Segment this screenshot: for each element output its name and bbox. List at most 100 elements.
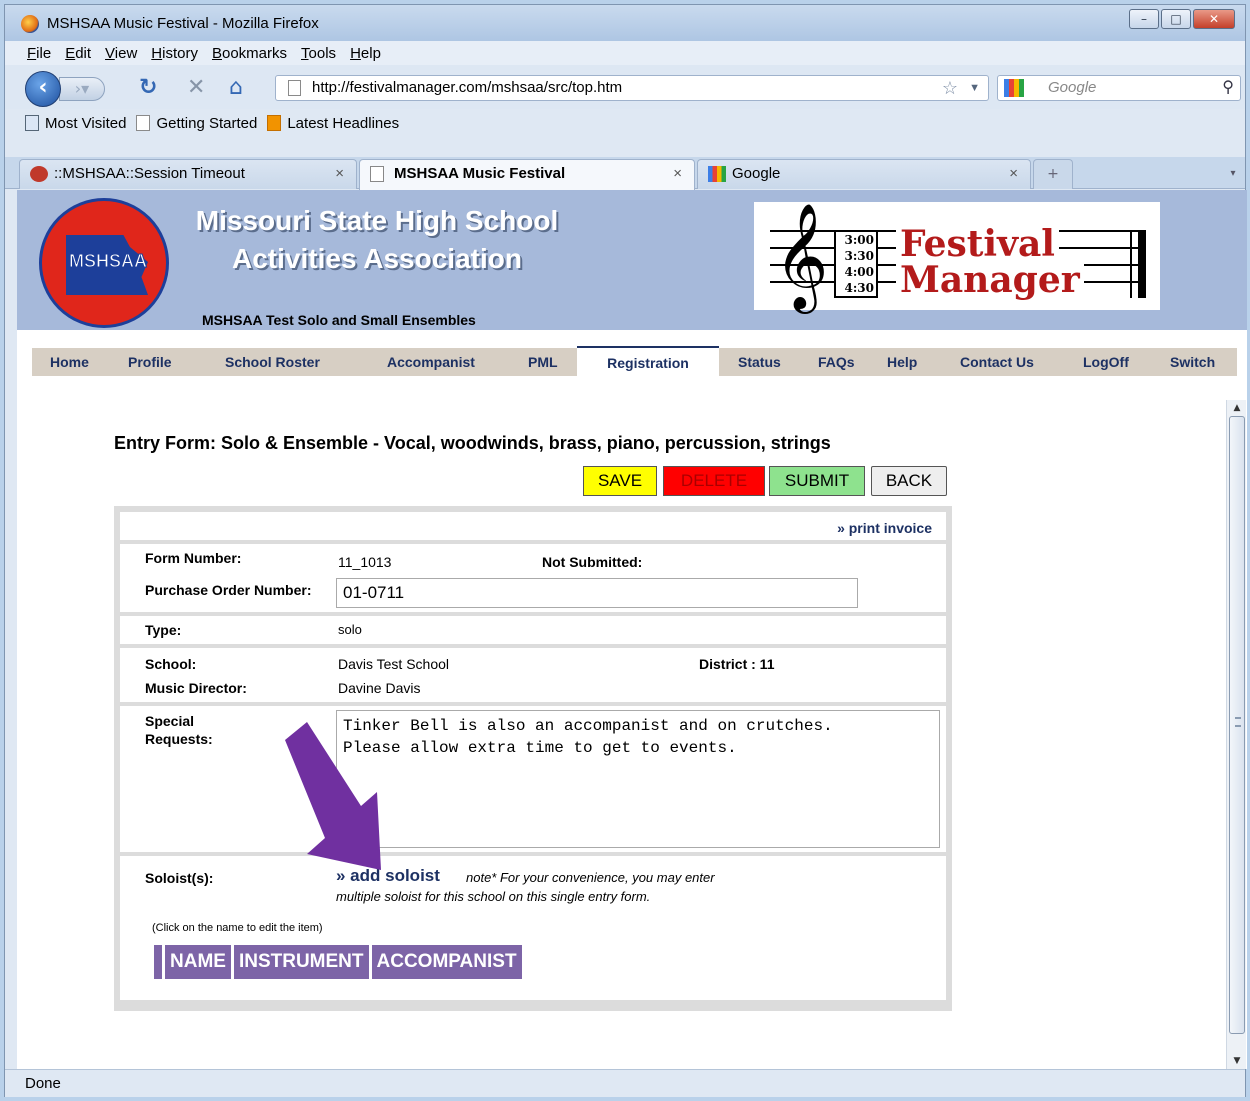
scroll-up-icon[interactable]: ▲ [1227,400,1247,416]
tab-close-icon[interactable]: × [673,160,682,188]
navigation-toolbar: ›▾ ‹ ↻ ✕ ⌂ http://festivalmanager.com/ms… [5,65,1245,109]
url-bar[interactable]: http://festivalmanager.com/mshsaa/src/to… [275,75,989,101]
tab-close-icon[interactable]: × [1009,160,1018,188]
url-text: http://festivalmanager.com/mshsaa/src/to… [312,79,623,96]
new-tab-button[interactable]: + [1033,159,1073,189]
nav-accompanist[interactable]: Accompanist [387,348,475,376]
back-button[interactable]: ‹ [25,71,61,107]
scroll-grip [1235,717,1241,727]
time-slot: 3:00 [844,233,874,247]
column-instrument: INSTRUMENT [233,945,369,979]
nav-help[interactable]: Help [887,348,917,376]
nav-faqs[interactable]: FAQs [818,348,855,376]
time-slot: 4:30 [844,281,874,295]
submission-status: Not Submitted: [542,554,643,570]
nav-logoff[interactable]: LogOff [1083,348,1129,376]
type-value: solo [338,622,362,637]
po-number-input[interactable]: 01-0711 [336,578,858,608]
menu-view[interactable]: View [105,45,137,62]
nav-profile[interactable]: Profile [128,348,172,376]
bookmark-most-visited[interactable]: Most Visited [25,115,126,132]
soloists-table-header: NAME INSTRUMENT ACCOMPANIST [154,945,522,979]
scroll-thumb[interactable] [1229,416,1245,1034]
print-invoice-link[interactable]: » print invoice [837,520,932,536]
reload-icon[interactable]: ↻ [139,77,157,99]
menu-tools[interactable]: Tools [301,45,336,62]
special-requests-label: Special Requests: [145,712,213,748]
special-label-line2: Requests: [145,731,213,747]
page-icon [288,80,301,96]
time-slot: 4:00 [844,265,874,279]
title-bar: MSHSAA Music Festival - Mozilla Firefox … [5,5,1245,41]
search-icon[interactable]: ⚲ [1222,76,1234,100]
submit-button[interactable]: SUBMIT [769,466,865,496]
tab-list-icon[interactable]: ▾ [1225,161,1241,187]
time-slot: 3:30 [844,249,874,263]
menu-help[interactable]: Help [350,45,381,62]
tab-music-festival[interactable]: MSHSAA Music Festival × [359,159,695,190]
bookmark-getting-started[interactable]: Getting Started [136,115,257,132]
mshsaa-logo[interactable]: MSHSAA [39,198,169,328]
edit-hint: (Click on the name to edit the item) [152,922,323,934]
page-scrollbar[interactable]: ▲ ▼ [1226,400,1246,1069]
entry-form: » print invoice Form Number: 11_1013 Not… [114,506,952,1011]
form-number-section: Form Number: 11_1013 Not Submitted: Purc… [120,544,946,612]
delete-button[interactable]: DELETE [663,466,765,496]
menu-file[interactable]: File [27,45,51,62]
invoice-section: » print invoice [120,512,946,540]
special-requests-section: Special Requests: Tinker Bell is also an… [120,706,946,852]
forward-button[interactable]: ›▾ [59,77,105,101]
bookmark-star-icon[interactable]: ☆ [942,76,958,100]
maximize-button[interactable]: □ [1161,9,1191,29]
window-title: MSHSAA Music Festival - Mozilla Firefox [47,15,319,32]
soloists-label: Soloist(s): [145,870,214,886]
special-requests-textarea[interactable]: Tinker Bell is also an accompanist and o… [336,710,940,848]
org-name: Missouri State High School Activities As… [177,202,577,278]
page-icon [370,166,384,182]
menu-history[interactable]: History [151,45,198,62]
director-value: Davine Davis [338,680,421,696]
nav-registration[interactable]: Registration [577,346,719,376]
festival-manager-logo: 𝄞 3:00 3:30 4:00 4:30 Festival Manager [754,202,1160,310]
bookmark-latest-headlines[interactable]: Latest Headlines [267,115,399,132]
menu-edit[interactable]: Edit [65,45,91,62]
menu-bar: File Edit View History Bookmarks Tools H… [5,41,1245,65]
time-slots: 3:00 3:30 4:00 4:30 [834,230,878,298]
google-icon[interactable] [1004,79,1024,97]
close-button[interactable]: ✕ [1193,9,1235,29]
stop-icon[interactable]: ✕ [187,77,205,99]
tab-bar: ::MSHSAA::Session Timeout × MSHSAA Music… [5,157,1245,190]
org-name-line2: Activities Association [232,243,522,274]
school-value: Davis Test School [338,656,450,672]
save-button[interactable]: SAVE [583,466,657,496]
page-icon [136,115,151,131]
most-visited-icon [25,115,39,131]
tab-label: Google [732,165,781,182]
fm-word-manager: Manager [896,262,1084,298]
nav-contact-us[interactable]: Contact Us [960,348,1034,376]
nav-switch[interactable]: Switch [1170,348,1215,376]
minimize-button[interactable]: – [1129,9,1159,29]
logo-text: MSHSAA [68,251,147,272]
nav-status[interactable]: Status [738,348,781,376]
home-icon[interactable]: ⌂ [229,77,243,99]
bookmarks-toolbar: Most Visited Getting Started Latest Head… [5,109,1245,137]
tab-close-icon[interactable]: × [335,160,344,188]
nav-home[interactable]: Home [50,348,89,376]
tab-label: MSHSAA Music Festival [394,165,566,182]
tab-session-timeout[interactable]: ::MSHSAA::Session Timeout × [19,159,357,189]
menu-bookmarks[interactable]: Bookmarks [212,45,287,62]
back-form-button[interactable]: BACK [871,466,947,496]
soloists-section: Soloist(s): » add soloist note* For your… [120,856,946,1000]
bookmark-label: Most Visited [45,114,127,132]
search-input[interactable]: Google ⚲ [997,75,1241,101]
mshsaa-favicon-icon [30,166,48,182]
url-dropdown-icon[interactable]: ▼ [969,76,980,100]
treble-clef-icon: 𝄞 [774,202,829,309]
scroll-down-icon[interactable]: ▼ [1227,1053,1247,1069]
nav-pml[interactable]: PML [528,348,558,376]
nav-school-roster[interactable]: School Roster [225,348,320,376]
tab-google[interactable]: Google × [697,159,1031,189]
column-name: NAME [165,945,231,979]
soloist-note-line1: note* For your convenience, you may ente… [466,870,715,885]
